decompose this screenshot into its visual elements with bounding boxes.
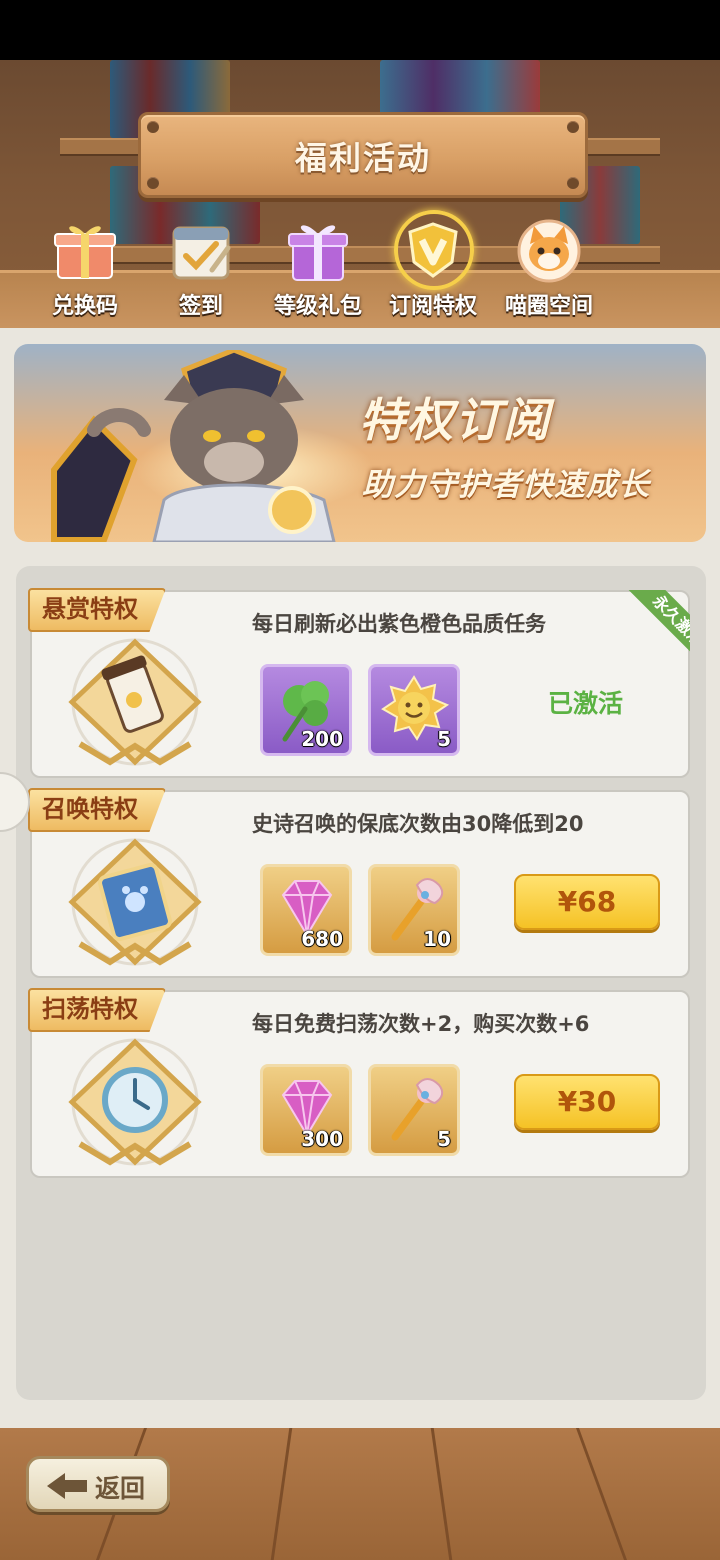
reward-item[interactable]: 10 — [368, 864, 460, 956]
page-title: 福利活动 — [294, 139, 431, 177]
privilege-description: 史诗召唤的保底次数由30降低到20 — [252, 812, 584, 836]
buy-price-button[interactable]: ¥30 — [514, 1074, 660, 1130]
reward-item[interactable]: 300 — [260, 1064, 352, 1156]
buy-price-button[interactable]: ¥68 — [514, 874, 660, 930]
tab-sign-in[interactable]: 签到 — [146, 210, 256, 320]
reward-count: 10 — [423, 927, 451, 951]
reward-item[interactable]: 5 — [368, 1064, 460, 1156]
gift-box-icon — [54, 226, 116, 279]
reward-count: 300 — [301, 1127, 343, 1151]
privilege-name-ribbon: 扫荡特权 — [28, 988, 166, 1032]
banner-subtitle: 助力守护者快速成长 — [362, 467, 650, 503]
back-arrow-icon — [47, 1473, 87, 1499]
privilege-card-bounty: 悬赏特权 永久激活 每日刷新必出紫色橙色品质任务 200 5 已激活 — [28, 588, 690, 778]
privilege-name-ribbon: 悬赏特权 — [28, 588, 166, 632]
status-bar — [0, 0, 720, 60]
privilege-card-sweep: 扫荡特权 每日免费扫荡次数+2，购买次数+6 300 5 ¥30 — [28, 988, 690, 1178]
privilege-list: 悬赏特权 永久激活 每日刷新必出紫色橙色品质任务 200 5 已激活 召唤特权 … — [16, 566, 706, 1400]
footer-floor: 返回 — [0, 1428, 720, 1560]
subscription-banner: 特权订阅 助力守护者快速成长 — [14, 344, 706, 542]
tab-label: 订阅特权 — [388, 294, 477, 319]
permanent-badge: 永久激活 — [608, 590, 690, 672]
purple-gift-icon — [288, 225, 348, 281]
tab-label: 等级礼包 — [273, 294, 362, 319]
tab-level-pack[interactable]: 等级礼包 — [263, 210, 373, 320]
privilege-name-ribbon: 召唤特权 — [28, 788, 166, 832]
reward-count: 5 — [437, 1127, 451, 1151]
v-shield-icon — [408, 222, 458, 278]
calendar-check-icon — [172, 226, 231, 280]
privilege-description: 每日免费扫荡次数+2，购买次数+6 — [252, 1012, 590, 1036]
content-area: 特权订阅 助力守护者快速成长 悬赏特权 永久激活 每日刷新必出紫色橙色品质任务 — [0, 328, 720, 1428]
banner-title: 特权订阅 — [359, 393, 551, 447]
title-plank: 福利活动 — [138, 112, 588, 198]
armored-cat-hero-illustration — [51, 350, 336, 542]
back-label: 返回 — [95, 1474, 146, 1503]
tab-label: 兑换码 — [51, 294, 118, 319]
tab-subscription[interactable]: 订阅特权 — [378, 210, 488, 320]
sweep-clock-emblem-icon — [68, 1038, 202, 1166]
reward-count: 680 — [301, 927, 343, 951]
bounty-cup-emblem-icon — [68, 638, 202, 766]
tab-cat-space[interactable]: 喵圈空间 — [494, 210, 604, 320]
reward-count: 5 — [437, 727, 451, 751]
permanent-badge-label: 永久激活 — [626, 590, 690, 672]
privilege-description: 每日刷新必出紫色橙色品质任务 — [252, 612, 546, 636]
tab-label: 喵圈空间 — [504, 294, 593, 319]
cat-face-icon — [517, 219, 581, 283]
tab-bar: 兑换码 签到 等级礼包 订阅特权 喵圈空间 — [30, 210, 690, 320]
summon-book-emblem-icon — [68, 838, 202, 966]
reward-item[interactable]: 680 — [260, 864, 352, 956]
reward-count: 200 — [301, 727, 343, 751]
back-button[interactable]: 返回 — [26, 1456, 170, 1512]
tab-redeem-code[interactable]: 兑换码 — [30, 210, 140, 320]
tab-label: 签到 — [178, 294, 223, 319]
reward-item[interactable]: 5 — [368, 664, 460, 756]
privilege-card-summon: 召唤特权 史诗召唤的保底次数由30降低到20 680 10 ¥68 — [28, 788, 690, 978]
header: 福利活动 兑换码 签到 等级礼包 订阅特权 喵圈空间 — [0, 60, 720, 328]
reward-item[interactable]: 200 — [260, 664, 352, 756]
activated-status: 已激活 — [548, 689, 624, 718]
